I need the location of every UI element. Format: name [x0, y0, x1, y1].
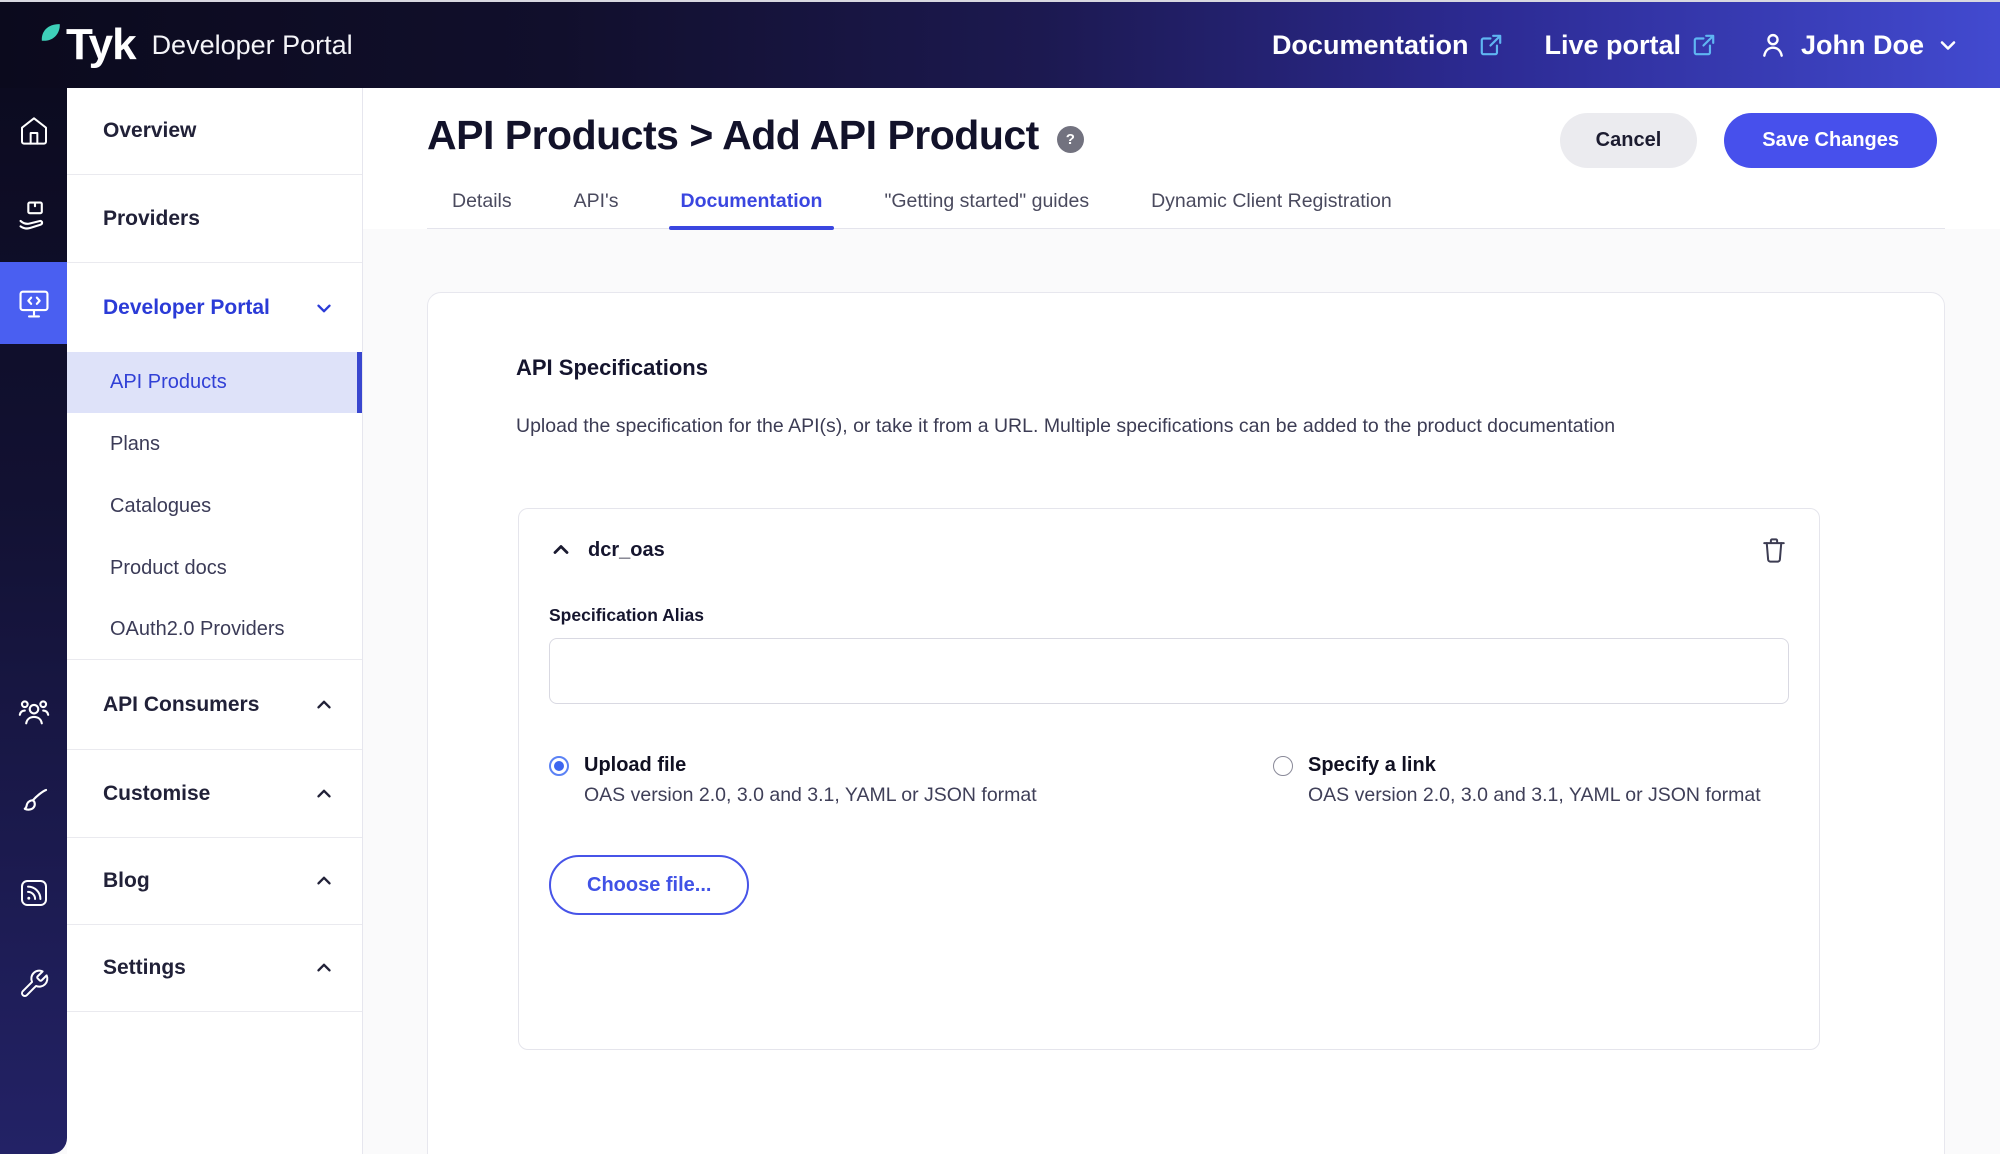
tab-details[interactable]: Details	[450, 190, 514, 228]
tab-apis[interactable]: API's	[572, 190, 621, 228]
sidebar-item-plans[interactable]: Plans	[67, 413, 362, 475]
section-title: API Specifications	[516, 355, 708, 380]
upload-file-option: Upload file OAS version 2.0, 3.0 and 3.1…	[549, 754, 1273, 807]
box-on-hand-icon	[18, 201, 43, 230]
live-portal-link-label: Live portal	[1544, 29, 1681, 60]
brand-name: Tyk	[66, 20, 137, 69]
paintbrush-icon	[23, 788, 47, 811]
sidebar-item-api-products[interactable]: API Products	[67, 352, 362, 413]
brand-subtitle: Developer Portal	[151, 29, 353, 60]
sidebar-item-providers[interactable]: Providers	[67, 175, 362, 263]
sidebar-item-label: Overview	[103, 119, 197, 142]
documentation-link[interactable]: Documentation	[1272, 30, 1505, 61]
sidebar-item-api-consumers[interactable]: API Consumers	[67, 660, 362, 750]
chevron-up-icon	[317, 876, 331, 885]
icon-rail	[0, 88, 67, 1154]
external-link-icon	[1481, 34, 1502, 56]
chevron-up-icon	[317, 789, 331, 797]
delete-spec-button[interactable]	[1759, 535, 1789, 565]
trash-icon	[1763, 538, 1785, 563]
save-changes-button[interactable]: Save Changes	[1724, 113, 1937, 168]
sidebar-item-label: Developer Portal	[103, 295, 270, 319]
collapse-spec-button[interactable]	[549, 538, 573, 562]
sidebar-item-label: Customise	[103, 781, 211, 805]
specify-link-option: Specify a link OAS version 2.0, 3.0 and …	[1273, 754, 1789, 807]
radio-unselected-icon[interactable]	[1273, 755, 1293, 776]
content-canvas: API Specifications Upload the specificat…	[363, 229, 2000, 1154]
live-portal-link[interactable]: Live portal	[1544, 30, 1717, 61]
main-area: API Products > Add API Product ? Cancel …	[363, 88, 2000, 1154]
tab-dynamic-client-registration[interactable]: Dynamic Client Registration	[1149, 190, 1394, 228]
api-specifications-card: API Specifications Upload the specificat…	[427, 292, 1945, 1154]
spec-panel: dcr_oas Specification Alias Upload file …	[518, 508, 1820, 1050]
sidebar-item-blog[interactable]: Blog	[67, 838, 362, 925]
sidebar: Overview Providers Developer Portal API …	[67, 88, 363, 1154]
sidebar-item-oauth-providers[interactable]: OAuth2.0 Providers	[67, 600, 362, 660]
upload-file-description: OAS version 2.0, 3.0 and 3.1, YAML or JS…	[584, 784, 1037, 806]
sidebar-item-catalogues[interactable]: Catalogues	[67, 475, 362, 537]
sidebar-item-label: Catalogues	[110, 494, 212, 517]
rail-item-providers[interactable]	[0, 188, 67, 244]
sidebar-item-label: Blog	[103, 869, 150, 892]
radio-selected-icon[interactable]	[549, 755, 569, 776]
specify-link-description: OAS version 2.0, 3.0 and 3.1, YAML or JS…	[1308, 784, 1761, 806]
tab-getting-started-guides[interactable]: "Getting started" guides	[882, 190, 1091, 228]
top-navbar: Tyk Developer Portal Documentation Live …	[0, 0, 2000, 88]
specification-alias-input[interactable]	[549, 638, 1789, 704]
specify-link-label: Specify a link	[1308, 754, 1436, 776]
upload-file-radio-row[interactable]: Upload file	[549, 754, 1273, 777]
chevron-up-icon	[317, 700, 331, 708]
chevron-down-icon	[1940, 41, 1956, 50]
help-icon[interactable]: ?	[1056, 126, 1084, 153]
sidebar-item-product-docs[interactable]: Product docs	[67, 537, 362, 600]
section-description: Upload the specification for the API(s),…	[516, 415, 1616, 437]
home-icon	[20, 117, 47, 145]
rail-item-developer-portal[interactable]	[0, 262, 67, 344]
cancel-button[interactable]: Cancel	[1559, 113, 1698, 168]
tab-bar: Details API's Documentation "Getting sta…	[427, 190, 1945, 230]
sidebar-item-label: API Consumers	[103, 692, 260, 716]
user-menu[interactable]: John Doe	[1757, 29, 1960, 61]
tyk-logo[interactable]: Tyk Developer Portal	[40, 20, 353, 70]
sidebar-item-label: Providers	[103, 206, 200, 230]
specify-link-radio-row[interactable]: Specify a link	[1273, 754, 1789, 777]
rail-item-api-consumers[interactable]	[0, 684, 67, 740]
user-name: John Doe	[1800, 29, 1924, 60]
upload-file-label: Upload file	[584, 754, 687, 776]
sidebar-item-label: API Products	[110, 371, 227, 393]
spec-name: dcr_oas	[588, 538, 665, 561]
tyk-leaf-icon	[40, 22, 62, 44]
specification-alias-label: Specification Alias	[549, 605, 704, 625]
sidebar-item-label: Settings	[103, 956, 186, 979]
sidebar-item-developer-portal[interactable]: Developer Portal	[67, 263, 362, 352]
chevron-down-icon	[317, 304, 331, 312]
sidebar-item-label: Product docs	[110, 557, 227, 579]
tab-documentation[interactable]: Documentation	[668, 190, 835, 230]
dev-portal-monitor-icon	[18, 290, 49, 318]
rss-blog-icon	[20, 880, 47, 906]
documentation-link-label: Documentation	[1271, 29, 1469, 60]
rail-item-customise[interactable]	[0, 774, 67, 830]
sidebar-item-label: OAuth2.0 Providers	[110, 618, 285, 640]
rail-item-settings[interactable]	[0, 956, 67, 1012]
page-header: API Products > Add API Product ? Cancel …	[363, 88, 2000, 230]
users-group-icon	[18, 700, 49, 725]
sidebar-item-customise[interactable]: Customise	[67, 750, 362, 838]
rail-item-blog[interactable]	[0, 865, 67, 921]
wrench-icon	[20, 969, 48, 997]
rail-item-overview[interactable]	[0, 103, 67, 159]
page-title: API Products > Add API Product	[427, 112, 1039, 158]
sidebar-item-settings[interactable]: Settings	[67, 925, 362, 1012]
user-icon	[1763, 33, 1783, 57]
sidebar-item-overview[interactable]: Overview	[67, 88, 362, 175]
chevron-up-icon	[317, 963, 331, 972]
sidebar-item-label: Plans	[110, 432, 161, 455]
external-link-icon	[1693, 34, 1715, 56]
choose-file-button[interactable]: Choose file...	[549, 855, 750, 915]
caret-up-icon	[553, 545, 569, 554]
